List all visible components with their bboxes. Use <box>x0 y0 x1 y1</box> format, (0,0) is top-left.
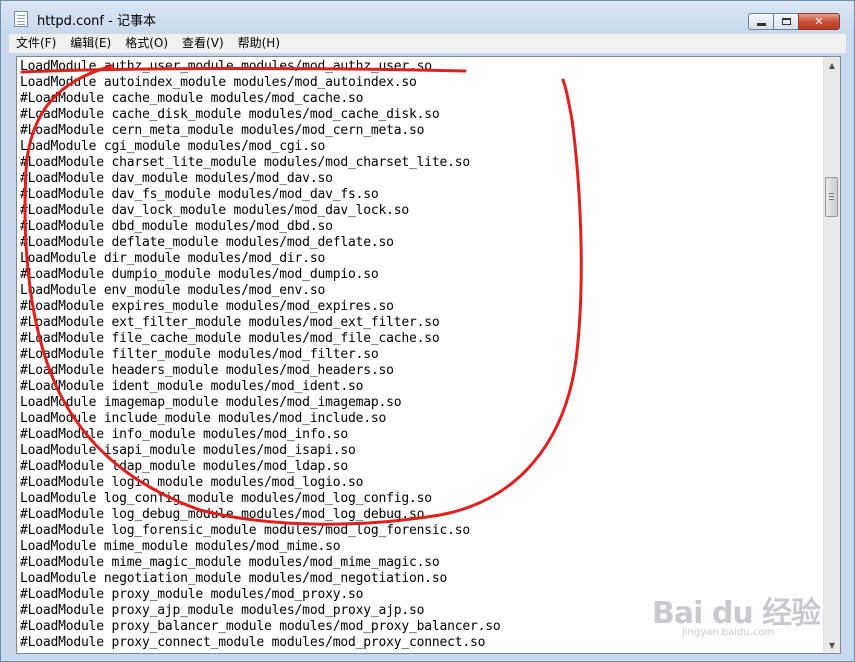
text-line[interactable]: #LoadModule ext_filter_module modules/mo… <box>20 315 820 331</box>
scroll-thumb[interactable] <box>825 177 838 217</box>
menu-file[interactable]: 文件(F) <box>9 34 63 53</box>
text-line[interactable]: #LoadModule cache_disk_module modules/mo… <box>20 107 820 123</box>
maximize-icon <box>781 18 791 25</box>
text-line[interactable]: #LoadModule charset_lite_module modules/… <box>20 155 820 171</box>
text-editor[interactable]: LoadModule authz_user_module modules/mod… <box>16 56 841 654</box>
text-line[interactable]: #LoadModule mime_magic_module modules/mo… <box>20 555 820 571</box>
text-line[interactable]: #LoadModule dav_fs_module modules/mod_da… <box>20 187 820 203</box>
text-line[interactable]: LoadModule env_module modules/mod_env.so <box>20 283 820 299</box>
text-line[interactable]: #LoadModule headers_module modules/mod_h… <box>20 363 820 379</box>
text-line[interactable]: #LoadModule ident_module modules/mod_ide… <box>20 379 820 395</box>
text-line[interactable]: LoadModule isapi_module modules/mod_isap… <box>20 443 820 459</box>
text-line[interactable]: LoadModule cgi_module modules/mod_cgi.so <box>20 139 820 155</box>
text-line[interactable]: #LoadModule cern_meta_module modules/mod… <box>20 123 820 139</box>
notepad-icon <box>14 11 28 27</box>
scroll-up-icon[interactable]: ▲ <box>824 57 840 73</box>
text-line[interactable]: #LoadModule proxy_connect_module modules… <box>20 635 820 651</box>
menu-help[interactable]: 帮助(H) <box>231 34 287 53</box>
text-line[interactable]: LoadModule log_config_module modules/mod… <box>20 491 820 507</box>
text-line[interactable]: #LoadModule ldap_module modules/mod_ldap… <box>20 459 820 475</box>
window-title: httpd.conf - 记事本 <box>37 14 156 29</box>
text-line[interactable]: LoadModule autoindex_module modules/mod_… <box>20 75 820 91</box>
text-line[interactable]: #LoadModule log_debug_module modules/mod… <box>20 507 820 523</box>
text-line[interactable]: #LoadModule dumpio_module modules/mod_du… <box>20 267 820 283</box>
text-line[interactable]: LoadModule imagemap_module modules/mod_i… <box>20 395 820 411</box>
menu-format[interactable]: 格式(O) <box>118 34 175 53</box>
close-icon: ✕ <box>814 15 824 28</box>
text-line[interactable]: #LoadModule proxy_ajp_module modules/mod… <box>20 603 820 619</box>
text-line[interactable]: #LoadModule proxy_module modules/mod_pro… <box>20 587 820 603</box>
vertical-scrollbar[interactable]: ▲ ▼ <box>823 57 840 653</box>
text-line[interactable]: #LoadModule dbd_module modules/mod_dbd.s… <box>20 219 820 235</box>
text-content[interactable]: LoadModule authz_user_module modules/mod… <box>20 59 820 653</box>
text-line[interactable]: LoadModule authz_user_module modules/mod… <box>20 59 820 75</box>
text-line[interactable]: #LoadModule info_module modules/mod_info… <box>20 427 820 443</box>
text-line[interactable]: #LoadModule logio_module modules/mod_log… <box>20 475 820 491</box>
scroll-down-icon[interactable]: ▼ <box>824 637 840 653</box>
text-line[interactable]: LoadModule dir_module modules/mod_dir.so <box>20 251 820 267</box>
maximize-button[interactable] <box>773 13 799 30</box>
text-line[interactable]: LoadModule mime_module modules/mod_mime.… <box>20 539 820 555</box>
text-line[interactable]: #LoadModule dav_module modules/mod_dav.s… <box>20 171 820 187</box>
text-line[interactable]: LoadModule negotiation_module modules/mo… <box>20 571 820 587</box>
text-line[interactable]: #LoadModule dav_lock_module modules/mod_… <box>20 203 820 219</box>
text-line[interactable]: #LoadModule filter_module modules/mod_fi… <box>20 347 820 363</box>
text-line[interactable]: #LoadModule log_forensic_module modules/… <box>20 523 820 539</box>
title-bar[interactable]: httpd.conf - 记事本 ✕ <box>1 1 854 33</box>
notepad-window: httpd.conf - 记事本 ✕ 文件(F) 编辑(E) 格式(O) 查看(… <box>0 0 855 662</box>
minimize-button[interactable] <box>748 13 774 30</box>
menu-view[interactable]: 查看(V) <box>175 34 231 53</box>
text-line[interactable]: LoadModule include_module modules/mod_in… <box>20 411 820 427</box>
text-line[interactable]: #LoadModule file_cache_module modules/mo… <box>20 331 820 347</box>
menu-edit[interactable]: 编辑(E) <box>63 34 118 53</box>
text-line[interactable]: #LoadModule expires_module modules/mod_e… <box>20 299 820 315</box>
text-line[interactable]: #LoadModule proxy_balancer_module module… <box>20 619 820 635</box>
text-line[interactable]: #LoadModule cache_module modules/mod_cac… <box>20 91 820 107</box>
close-button[interactable]: ✕ <box>798 13 840 30</box>
window-controls: ✕ <box>748 13 840 31</box>
minimize-icon <box>756 23 766 26</box>
menu-bar: 文件(F) 编辑(E) 格式(O) 查看(V) 帮助(H) <box>9 34 846 53</box>
text-line[interactable]: #LoadModule deflate_module modules/mod_d… <box>20 235 820 251</box>
